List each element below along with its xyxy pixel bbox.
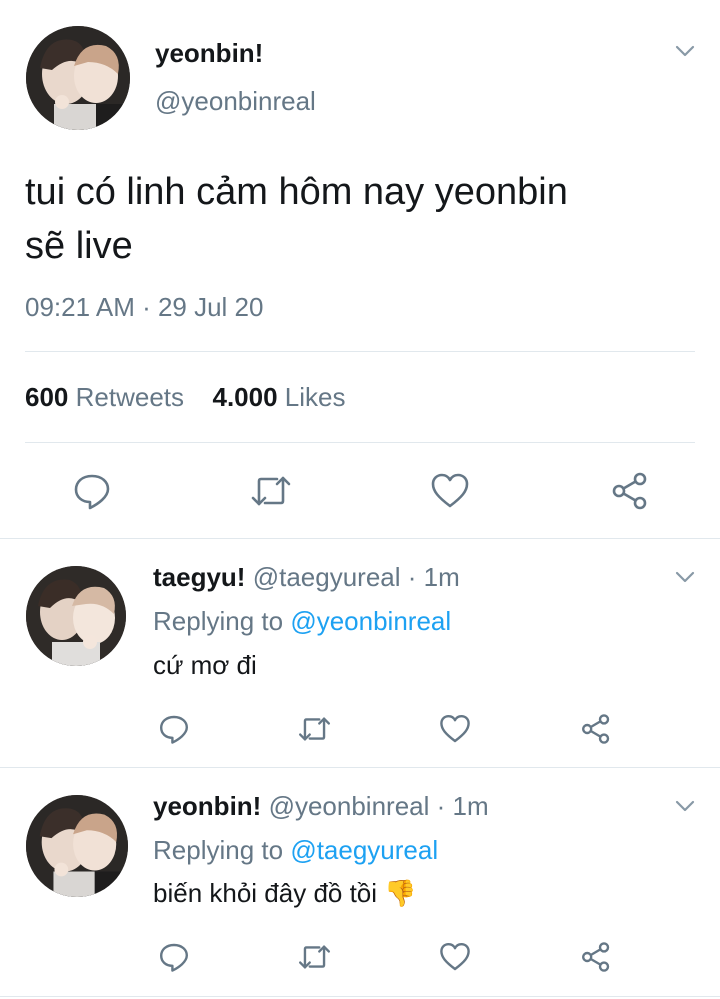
handle[interactable]: @yeonbinreal (155, 86, 316, 117)
share-button[interactable] (580, 713, 612, 745)
retweet-button[interactable] (297, 941, 332, 973)
retweets-stat[interactable]: 600 Retweets (25, 382, 191, 412)
retweet-icon (298, 717, 331, 741)
avatar[interactable] (26, 795, 128, 897)
heart-icon (440, 943, 470, 971)
retweet-button[interactable] (297, 713, 332, 745)
tweet-text-line: tui có linh cảm hôm nay yeonbin (25, 171, 568, 213)
likes-stat[interactable]: 4.000 Likes (212, 382, 345, 412)
share-icon (582, 714, 610, 744)
likes-count: 4.000 (212, 382, 278, 412)
divider (25, 442, 695, 443)
chevron-down-icon (675, 45, 695, 57)
reply-button[interactable] (158, 713, 190, 745)
timestamp[interactable]: 09:21 AM · 29 Jul 20 (25, 292, 263, 323)
likes-label: Likes (284, 382, 346, 412)
section-divider (0, 996, 720, 997)
retweets-label: Retweets (75, 382, 185, 412)
handle[interactable]: @yeonbinreal (269, 791, 430, 821)
reply-icon (74, 474, 110, 510)
mention-link[interactable]: @yeonbinreal (290, 606, 451, 636)
menu-chevron[interactable] (674, 566, 696, 588)
reply-button[interactable] (158, 941, 190, 973)
share-button[interactable] (610, 471, 650, 511)
like-button[interactable] (439, 941, 471, 973)
display-name[interactable]: yeonbin! (153, 791, 261, 821)
replying-to: Replying to @taegyureal (153, 835, 438, 866)
retweet-button[interactable] (249, 471, 293, 511)
reply-button[interactable] (72, 471, 112, 511)
reply-header: yeonbin! @yeonbinreal · 1m (153, 791, 489, 822)
heart-icon (440, 715, 470, 743)
menu-chevron[interactable] (674, 795, 696, 817)
reply-icon (160, 715, 188, 744)
chevron-down-icon (675, 571, 695, 583)
menu-chevron[interactable] (674, 40, 696, 62)
reply-header: taegyu! @taegyureal · 1m (153, 562, 460, 593)
heart-icon (431, 473, 469, 508)
tweet-text-line: sẽ live (25, 225, 133, 267)
reply-icon (160, 943, 188, 972)
mention-link[interactable]: @taegyureal (290, 835, 438, 865)
replying-to-label: Replying to (153, 606, 284, 636)
retweets-count: 600 (25, 382, 69, 412)
avatar[interactable] (26, 566, 126, 666)
share-icon (582, 942, 610, 972)
retweet-icon (298, 945, 331, 969)
section-divider (0, 767, 720, 768)
reply-age: · 1m (436, 791, 489, 821)
retweet-icon (251, 476, 291, 506)
share-icon (612, 472, 647, 510)
avatar[interactable] (26, 26, 130, 130)
like-button[interactable] (430, 471, 470, 511)
section-divider (0, 538, 720, 539)
reply-text: biến khỏi đây đồ tồi 👎 (153, 878, 417, 908)
share-button[interactable] (580, 941, 612, 973)
reply-age: · 1m (407, 562, 460, 592)
chevron-down-icon (675, 800, 695, 812)
divider (25, 351, 695, 352)
like-button[interactable] (439, 713, 471, 745)
display-name[interactable]: yeonbin! (155, 38, 263, 69)
reply-text: cứ mơ đi (153, 650, 257, 680)
handle[interactable]: @taegyureal (253, 562, 401, 592)
replying-to: Replying to @yeonbinreal (153, 606, 451, 637)
replying-to-label: Replying to (153, 835, 284, 865)
display-name[interactable]: taegyu! (153, 562, 245, 592)
tweet-text: tui có linh cảm hôm nay yeonbin sẽ live (25, 165, 568, 273)
engagement-stats: 600 Retweets 4.000 Likes (25, 382, 346, 413)
